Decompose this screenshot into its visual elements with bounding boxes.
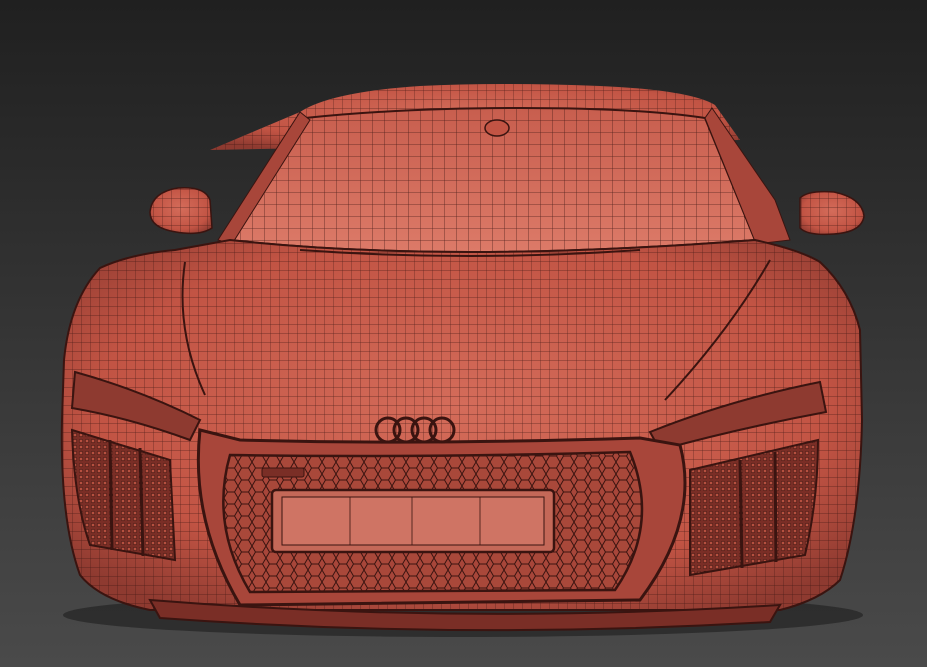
- rear-view-mirror: [484, 119, 510, 137]
- viewport-scene[interactable]: [0, 0, 927, 667]
- license-plate-inner: [281, 496, 545, 546]
- 3d-viewport[interactable]: [0, 0, 927, 667]
- grille-badge: [261, 467, 305, 478]
